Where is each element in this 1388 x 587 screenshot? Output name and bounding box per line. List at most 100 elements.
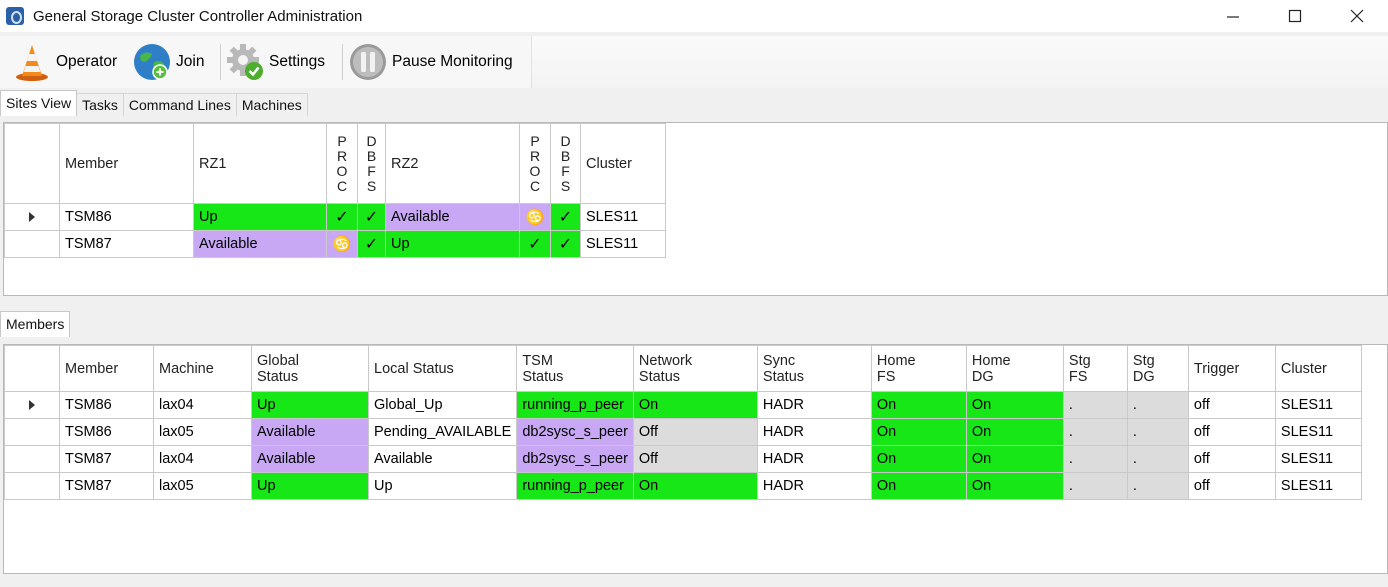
settings-button[interactable]: Settings (225, 40, 325, 84)
member-cell[interactable]: TSM86 (59, 391, 154, 419)
global-status-cell[interactable]: Up (251, 391, 369, 419)
trigger-cell[interactable]: off (1187, 445, 1276, 473)
table-row[interactable]: TSM87 Available ♋ ✓ Up ✓ ✓ SLES11 (4, 230, 666, 258)
home-dg-cell[interactable]: On (965, 418, 1064, 446)
row-header-cell[interactable] (4, 418, 60, 446)
members-col-sync-status[interactable]: Sync Status (756, 345, 872, 392)
network-status-cell[interactable]: Off (632, 418, 758, 446)
table-row[interactable]: TSM86 lax05 Available Pending_AVAILABLE … (4, 418, 1362, 446)
tsm-status-cell[interactable]: db2sysc_s_peer (516, 445, 634, 473)
tab-sites-view[interactable]: Sites View (0, 90, 78, 116)
home-fs-cell[interactable]: On (870, 391, 967, 419)
sync-status-cell[interactable]: HADR (756, 391, 872, 419)
home-fs-cell[interactable]: On (870, 445, 967, 473)
tab-command-lines[interactable]: Command Lines (122, 93, 237, 116)
machine-cell[interactable]: lax05 (153, 472, 252, 500)
members-col-network-status[interactable]: Network Status (632, 345, 758, 392)
stg-dg-cell[interactable]: . (1126, 418, 1189, 446)
site-rz2-cell[interactable]: Up (385, 230, 520, 258)
home-dg-cell[interactable]: On (965, 472, 1064, 500)
sites-col-cluster[interactable]: Cluster (580, 123, 666, 204)
join-button[interactable]: Join (132, 40, 204, 84)
tsm-status-cell[interactable]: running_p_peer (516, 391, 634, 419)
tsm-status-cell[interactable]: running_p_peer (516, 472, 634, 500)
minimize-button[interactable] (1202, 0, 1264, 32)
cluster-cell[interactable]: SLES11 (1274, 445, 1362, 473)
members-col-global-status[interactable]: Global Status (251, 345, 369, 392)
site-member-cell[interactable]: TSM87 (59, 230, 194, 258)
network-status-cell[interactable]: On (632, 472, 758, 500)
network-status-cell[interactable]: On (632, 391, 758, 419)
row-header-cell[interactable] (4, 472, 60, 500)
trigger-cell[interactable]: off (1187, 391, 1276, 419)
local-status-cell[interactable]: Up (367, 472, 518, 500)
sites-col-member[interactable]: Member (59, 123, 194, 204)
table-row[interactable]: TSM87 lax05 Up Up running_p_peer On HADR… (4, 472, 1362, 500)
site-cluster-cell[interactable]: SLES11 (580, 230, 666, 258)
stg-dg-cell[interactable]: . (1126, 445, 1189, 473)
stg-fs-cell[interactable]: . (1062, 418, 1128, 446)
site-rz2-cell[interactable]: Available (385, 203, 520, 231)
global-status-cell[interactable]: Available (251, 418, 369, 446)
home-dg-cell[interactable]: On (965, 445, 1064, 473)
cluster-cell[interactable]: SLES11 (1274, 391, 1362, 419)
member-cell[interactable]: TSM87 (59, 445, 154, 473)
local-status-cell[interactable]: Global_Up (367, 391, 518, 419)
machine-cell[interactable]: lax04 (153, 391, 252, 419)
members-col-local-status[interactable]: Local Status (367, 345, 518, 392)
local-status-cell[interactable]: Pending_AVAILABLE (367, 418, 518, 446)
sites-col-proc1[interactable]: P R O C (326, 123, 358, 204)
row-header-cell[interactable] (4, 203, 60, 231)
member-cell[interactable]: TSM87 (59, 472, 154, 500)
members-col-home-dg[interactable]: Home DG (965, 345, 1064, 392)
tab-tasks[interactable]: Tasks (76, 93, 124, 116)
sites-col-rz1[interactable]: RZ1 (193, 123, 327, 204)
stg-dg-cell[interactable]: . (1126, 472, 1189, 500)
tab-machines[interactable]: Machines (235, 93, 308, 116)
stg-fs-cell[interactable]: . (1062, 445, 1128, 473)
site-member-cell[interactable]: TSM86 (59, 203, 194, 231)
stg-fs-cell[interactable]: . (1062, 391, 1128, 419)
members-col-tsm-status[interactable]: TSM Status (516, 345, 634, 392)
home-dg-cell[interactable]: On (965, 391, 1064, 419)
members-col-member[interactable]: Member (59, 345, 154, 392)
site-rz1-cell[interactable]: Up (193, 203, 327, 231)
site-cluster-cell[interactable]: SLES11 (580, 203, 666, 231)
sync-status-cell[interactable]: HADR (756, 445, 872, 473)
sites-col-rz2[interactable]: RZ2 (385, 123, 520, 204)
members-col-stg-fs[interactable]: Stg FS (1062, 345, 1128, 392)
sync-status-cell[interactable]: HADR (756, 418, 872, 446)
sites-col-dbfs1[interactable]: D B F S (357, 123, 386, 204)
cluster-cell[interactable]: SLES11 (1274, 418, 1362, 446)
pause-monitoring-button[interactable]: Pause Monitoring (348, 40, 513, 84)
maximize-button[interactable] (1264, 0, 1326, 32)
global-status-cell[interactable]: Up (251, 472, 369, 500)
operator-button[interactable]: Operator (12, 40, 117, 84)
local-status-cell[interactable]: Available (367, 445, 518, 473)
stg-dg-cell[interactable]: . (1126, 391, 1189, 419)
members-col-stg-dg[interactable]: Stg DG (1126, 345, 1189, 392)
sync-status-cell[interactable]: HADR (756, 472, 872, 500)
table-row[interactable]: TSM87 lax04 Available Available db2sysc_… (4, 445, 1362, 473)
home-fs-cell[interactable]: On (870, 418, 967, 446)
home-fs-cell[interactable]: On (870, 472, 967, 500)
members-col-cluster[interactable]: Cluster (1274, 345, 1362, 392)
row-header-cell[interactable] (4, 391, 60, 419)
members-col-trigger[interactable]: Trigger (1187, 345, 1276, 392)
machine-cell[interactable]: lax05 (153, 418, 252, 446)
members-col-machine[interactable]: Machine (153, 345, 252, 392)
close-button[interactable] (1326, 0, 1388, 32)
cluster-cell[interactable]: SLES11 (1274, 472, 1362, 500)
member-cell[interactable]: TSM86 (59, 418, 154, 446)
row-header-cell[interactable] (4, 230, 60, 258)
network-status-cell[interactable]: Off (632, 445, 758, 473)
global-status-cell[interactable]: Available (251, 445, 369, 473)
sites-col-proc2[interactable]: P R O C (519, 123, 551, 204)
trigger-cell[interactable]: off (1187, 472, 1276, 500)
row-header-cell[interactable] (4, 445, 60, 473)
site-rz1-cell[interactable]: Available (193, 230, 327, 258)
tsm-status-cell[interactable]: db2sysc_s_peer (516, 418, 634, 446)
sites-col-dbfs2[interactable]: D B F S (550, 123, 581, 204)
table-row[interactable]: TSM86 lax04 Up Global_Up running_p_peer … (4, 391, 1362, 419)
tab-members[interactable]: Members (0, 311, 71, 337)
